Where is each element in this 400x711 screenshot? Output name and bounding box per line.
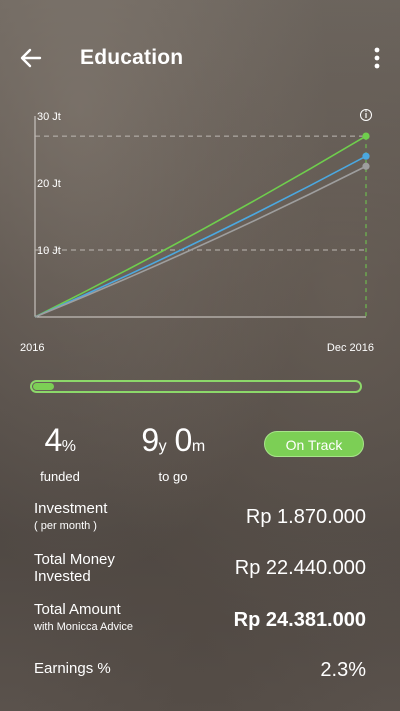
investment-label-text: Investment [34, 500, 108, 517]
to-go-label: to go [158, 469, 188, 484]
y-tick-label: 20 Jt [37, 178, 61, 190]
info-icon[interactable] [360, 109, 372, 121]
series-end-point [362, 132, 370, 140]
earnings-row: Earnings % 2.3% [34, 659, 366, 684]
series-line [34, 135, 367, 318]
total-money-invested-label: Total Money Invested [34, 551, 115, 585]
funded-value: 4% [30, 422, 90, 465]
total-money-invested-value: Rp 22.440.000 [234, 557, 366, 579]
investment-value: Rp 1.870.000 [245, 506, 366, 528]
chart-grid [34, 116, 367, 318]
total-amount-row: Total Amount with Monicca Advice Rp 24.3… [34, 601, 366, 641]
funded-stat: 4% funded [30, 422, 90, 484]
investment-sublabel: ( per month ) [34, 520, 97, 532]
funded-label: funded [40, 469, 80, 484]
months-unit: m [191, 438, 205, 455]
status-badge[interactable]: On Track [264, 431, 364, 457]
funded-unit: % [61, 438, 76, 455]
app-bar: Education [0, 0, 400, 116]
total-amount-label-text: Total Amount [34, 601, 121, 618]
y-tick-label: 30 Jt [37, 111, 61, 123]
total-amount-label: Total Amount with Monicca Advice [34, 601, 133, 636]
funded-progress-fill [33, 383, 55, 390]
total-money-invested-row: Total Money Invested Rp 22.440.000 [34, 551, 366, 591]
series-end-point [362, 152, 370, 160]
months-number: 0 [174, 422, 193, 458]
total-money-label-line1: Total Money [34, 551, 115, 568]
total-amount-sublabel: with Monicca Advice [34, 621, 134, 633]
funded-progress-bar [30, 380, 362, 393]
total-amount-value: Rp 24.381.000 [233, 609, 366, 631]
investment-label: Investment ( per month ) [34, 500, 107, 535]
x-tick-label: 2016 [20, 342, 44, 354]
more-vertical-icon[interactable] [372, 45, 382, 71]
page-title: Education [80, 46, 184, 69]
time-to-go-value: 9y 0m [128, 422, 218, 465]
investment-row: Investment ( per month ) Rp 1.870.000 [34, 500, 366, 540]
years-number: 9 [141, 422, 159, 458]
earnings-value: 2.3% [320, 659, 366, 681]
years-unit: y [158, 438, 167, 455]
x-tick-label: Dec 2016 [327, 342, 374, 354]
funded-number: 4 [44, 422, 62, 458]
series-line [34, 155, 367, 318]
time-to-go-stat: 9y 0m to go [128, 422, 218, 484]
screen: Education 10 Jt 20 Jt 30 Jt 2016 Dec 2016 4%… [0, 0, 400, 711]
earnings-label: Earnings % [34, 660, 111, 677]
chart-canvas: 10 Jt 20 Jt 30 Jt 2016 Dec 2016 [20, 109, 374, 354]
y-tick-label: 10 Jt [37, 245, 61, 257]
chart-series [34, 132, 370, 318]
total-money-label-line2: Invested [34, 568, 91, 585]
arrow-left-icon[interactable] [18, 45, 44, 71]
projection-chart: 10 Jt 20 Jt 30 Jt 2016 Dec 2016 [0, 100, 400, 360]
series-end-point [362, 162, 370, 170]
